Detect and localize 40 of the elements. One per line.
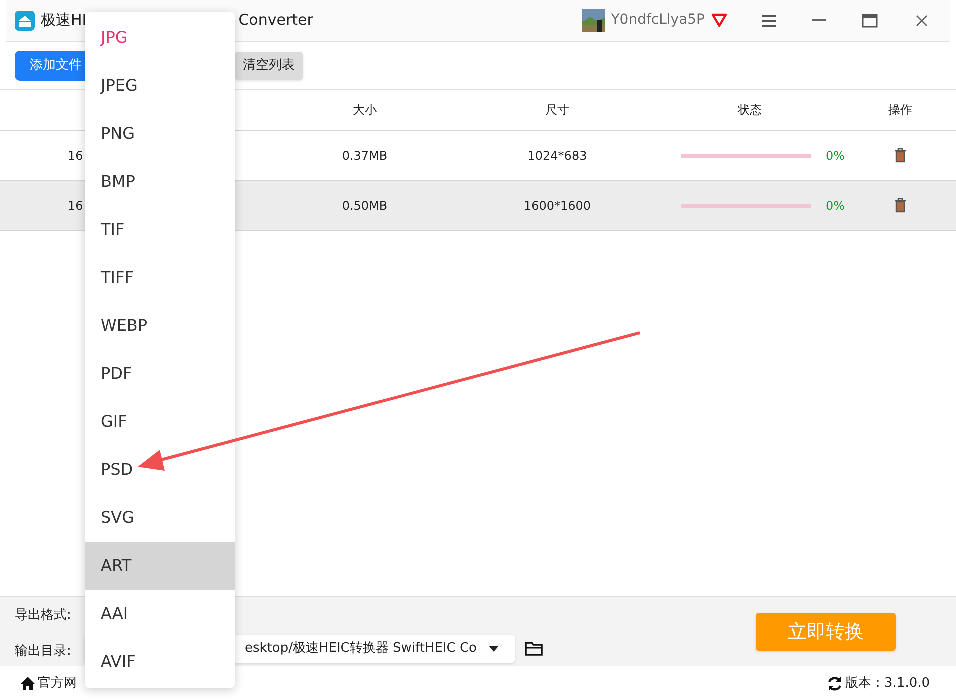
clear-list-button[interactable]: 清空列表: [235, 52, 303, 80]
output-dir-label: 输出目录:: [15, 643, 72, 661]
file-name-cell: 16: [68, 198, 84, 212]
window-title: Converter: [238, 10, 314, 32]
username: Y0ndfcLlya5P: [611, 11, 705, 30]
format-option[interactable]: WEBP: [85, 302, 235, 350]
column-header: 操作: [888, 102, 912, 119]
format-option[interactable]: GIF: [85, 398, 235, 446]
column-header: 大小: [353, 102, 377, 119]
window-title: 极速HI: [41, 10, 87, 32]
trash-icon[interactable]: [894, 198, 907, 213]
app-logo-icon: [15, 10, 35, 30]
home-icon: [20, 676, 36, 691]
format-option[interactable]: TIFF: [85, 254, 235, 302]
format-label: 导出格式:: [15, 607, 72, 625]
folder-icon[interactable]: [525, 641, 543, 656]
minimize-icon[interactable]: [812, 19, 826, 22]
version-label: 版本：3.1.0.0: [846, 674, 930, 693]
website-link[interactable]: 官方网: [38, 674, 77, 694]
format-option[interactable]: PDF: [85, 350, 235, 398]
dropdown-caret-icon: [489, 646, 499, 652]
format-option[interactable]: PSD: [85, 446, 235, 494]
column-header: 状态: [738, 102, 762, 119]
close-icon[interactable]: [916, 14, 928, 26]
column-header: 尺寸: [546, 102, 570, 119]
trash-icon[interactable]: [894, 148, 907, 163]
file-size-cell-text: 0.50MB: [342, 198, 388, 214]
progress-percent: 0%: [826, 148, 845, 164]
progress-percent: 0%: [826, 198, 845, 214]
dimensions-cell-text: 1024*683: [528, 148, 588, 164]
maximize-icon[interactable]: [862, 14, 878, 28]
vip-badge-icon: [711, 13, 728, 28]
refresh-icon[interactable]: [826, 676, 843, 692]
format-option[interactable]: ART: [85, 542, 235, 590]
file-name-cell: 16: [68, 148, 84, 162]
format-option[interactable]: AAI: [85, 590, 235, 638]
format-option[interactable]: SVG: [85, 494, 235, 542]
dimensions-cell-text: 1600*1600: [524, 198, 592, 214]
file-size-cell-text: 0.37MB: [342, 148, 388, 164]
menu-icon[interactable]: [762, 14, 776, 26]
